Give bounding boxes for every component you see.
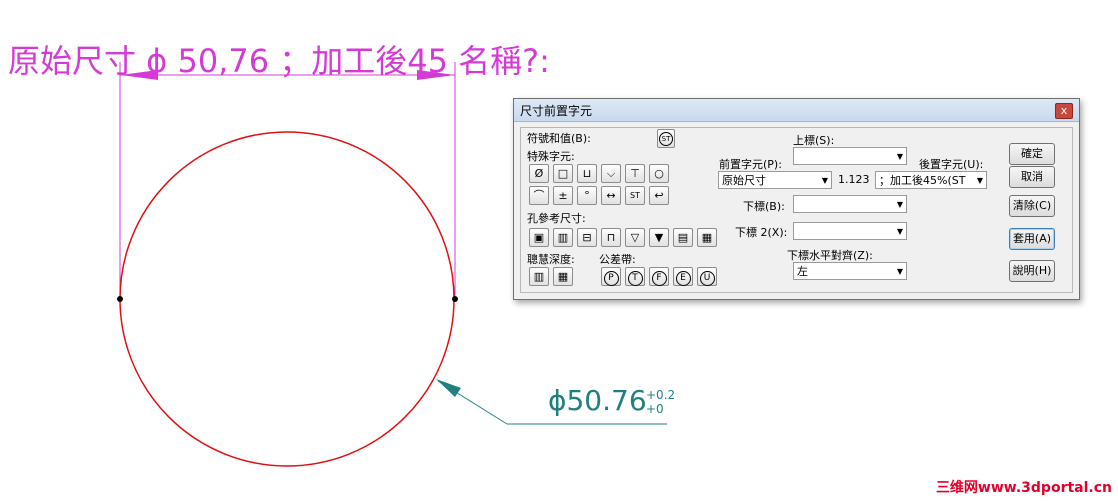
halign-label: 下標水平對齊(Z):: [787, 249, 873, 262]
leader-arrow: [436, 379, 461, 397]
chevron-down-icon: ▼: [896, 227, 903, 236]
st-symbol-button[interactable]: ST: [657, 129, 675, 148]
suffix-label: 後置字元(U):: [919, 158, 984, 171]
dimension-label-top: 原始尺寸 ϕ 50,76 ；加工後45 名稱?:: [8, 42, 550, 80]
tolerance-p-icon: P: [603, 271, 619, 286]
close-button[interactable]: x: [1055, 103, 1073, 119]
tolerance-lower: +0: [646, 402, 664, 416]
subscript-combo[interactable]: ▼: [793, 195, 907, 213]
dialog-title: 尺寸前置字元: [520, 104, 593, 118]
smart-depth-icon-1[interactable]: ▥: [529, 267, 549, 286]
countersink-symbol-button[interactable]: ⌵: [601, 164, 621, 183]
suffix-combo[interactable]: ；加工後45%(ST ▼: [875, 171, 987, 189]
prefix-value: 原始尺寸: [722, 174, 766, 187]
hole-callout-icon-1[interactable]: ▣: [529, 228, 549, 247]
apply-button[interactable]: 套用(A): [1009, 228, 1055, 250]
degree-symbol-button[interactable]: °: [577, 186, 597, 205]
tolerance-e-button[interactable]: E: [673, 267, 693, 286]
halign-value: 左: [797, 265, 808, 278]
return-symbol-button[interactable]: ↩: [649, 186, 669, 205]
st-icon: ST: [659, 132, 673, 146]
square-symbol-button[interactable]: □: [553, 164, 573, 183]
tolerance-t-button[interactable]: T: [625, 267, 645, 286]
counterbore-symbol-button[interactable]: ⊔: [577, 164, 597, 183]
prefix-label: 前置字元(P):: [719, 158, 782, 171]
hole-callout-icon-8[interactable]: ▦: [697, 228, 717, 247]
tolerance-u-button[interactable]: U: [697, 267, 717, 286]
tolerance-f-icon: F: [651, 271, 667, 286]
prefix-combo[interactable]: 原始尺寸 ▼: [718, 171, 832, 189]
diameter-symbol-button[interactable]: Ø: [529, 164, 549, 183]
ok-button[interactable]: 確定: [1009, 143, 1055, 165]
between-symbol-button[interactable]: ↔: [601, 186, 621, 205]
quadrant-point-right: [452, 296, 458, 302]
chevron-down-icon: ▼: [976, 176, 983, 185]
hole-callout-icon-6[interactable]: ▼: [649, 228, 669, 247]
help-button[interactable]: 說明(H): [1009, 260, 1055, 282]
tolerance-p-button[interactable]: P: [601, 267, 621, 286]
tolerance-f-button[interactable]: F: [649, 267, 669, 286]
tolerance-u-icon: U: [699, 271, 715, 286]
hole-callout-icon-2[interactable]: ▥: [553, 228, 573, 247]
subscript2-combo[interactable]: ▼: [793, 222, 907, 240]
dialog-body: 符號和值(B): ST 特殊字元: Ø □ ⊔ ⌵ ⊤ ○ ⌒ ± ° ↔ ST…: [520, 127, 1073, 293]
quadrant-point-left: [117, 296, 123, 302]
dialog-titlebar[interactable]: 尺寸前置字元 x: [514, 99, 1079, 122]
smart-depth-label: 聰慧深度:: [527, 253, 575, 266]
subscript-label: 下標(B):: [743, 200, 785, 213]
tolerance-t-icon: T: [627, 271, 643, 286]
tolerance-band-label: 公差帶:: [599, 253, 636, 266]
clear-button[interactable]: 清除(C): [1009, 195, 1055, 217]
superscript-combo[interactable]: ▼: [793, 147, 907, 165]
chevron-down-icon: ▼: [821, 176, 828, 185]
suffix-value: ；加工後45%(ST: [879, 174, 966, 187]
tolerance-upper: +0.2: [646, 388, 676, 402]
superscript-label: 上標(S):: [793, 134, 835, 147]
more-symbols-button[interactable]: ○: [649, 164, 669, 183]
hole-reference-label: 孔參考尺寸:: [527, 212, 586, 225]
symbols-label: 符號和值(B):: [527, 132, 591, 145]
hole-callout-icon-7[interactable]: ▤: [673, 228, 693, 247]
red-circle: [119, 131, 455, 467]
chevron-down-icon: ▼: [896, 267, 903, 276]
smart-depth-icon-2[interactable]: ▦: [553, 267, 573, 286]
subscript2-label: 下標 2(X):: [735, 226, 788, 239]
tolerance-e-icon: E: [675, 271, 691, 286]
hole-callout-icon-5[interactable]: ▽: [625, 228, 645, 247]
dimension-prefix-dialog: 尺寸前置字元 x 符號和值(B): ST 特殊字元: Ø □ ⊔ ⌵ ⊤ ○ ⌒…: [513, 98, 1080, 300]
watermark: 三维网www.3dportal.cn: [935, 480, 1112, 496]
chevron-down-icon: ▼: [896, 152, 903, 161]
arc-symbol-button[interactable]: ⌒: [529, 186, 549, 205]
plus-minus-symbol-button[interactable]: ±: [553, 186, 573, 205]
diameter-dimension-text: ϕ50.76: [548, 384, 647, 417]
special-chars-label: 特殊字元:: [527, 150, 575, 163]
hole-callout-icon-4[interactable]: ⊓: [601, 228, 621, 247]
depth-symbol-button[interactable]: ⊤: [625, 164, 645, 183]
statistical-symbol-button[interactable]: ST: [625, 186, 645, 205]
hole-callout-icon-3[interactable]: ⊟: [577, 228, 597, 247]
halign-select[interactable]: 左 ▼: [793, 262, 907, 280]
chevron-down-icon: ▼: [896, 200, 903, 209]
tolerance-text: +0.2 +0: [646, 388, 675, 416]
dimension-value-text: 1.123: [838, 173, 870, 186]
cancel-button[interactable]: 取消: [1009, 166, 1055, 188]
